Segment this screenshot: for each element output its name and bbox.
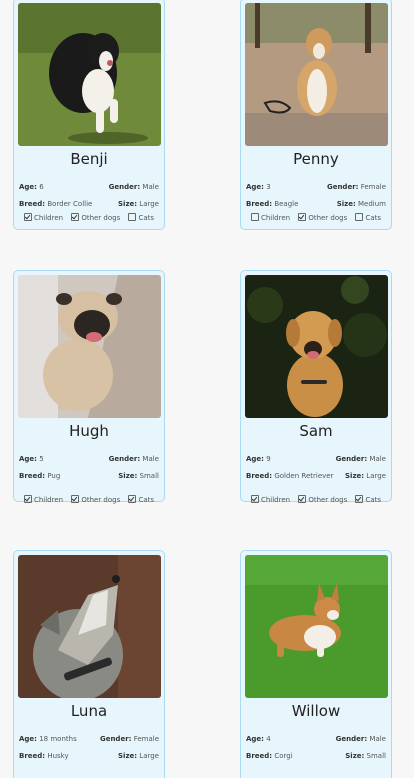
dog-name: Luna xyxy=(70,702,108,720)
compatibility-row: Children Other dogs Cats xyxy=(14,495,164,504)
children-checkbox[interactable] xyxy=(23,213,32,221)
dog-card[interactable]: Sam Age: 9 Gender: Male Breed: Golden Re… xyxy=(240,270,392,504)
info-row-age-gender: Age: 3 Gender: Female xyxy=(246,183,386,193)
children-checkbox[interactable] xyxy=(250,213,259,221)
size-field: Size: Medium xyxy=(336,200,386,208)
dog-photo xyxy=(18,3,161,146)
cats-option[interactable]: Cats xyxy=(128,495,154,504)
size-field: Size: Large xyxy=(345,472,386,480)
dog-photo xyxy=(18,555,161,698)
cats-option[interactable]: Cats xyxy=(128,213,154,222)
other-dogs-checkbox[interactable] xyxy=(71,213,80,221)
dog-name: Benji xyxy=(70,150,108,168)
info-row-age-gender: Age: 18 months Gender: Female xyxy=(19,735,159,745)
cats-checkbox[interactable] xyxy=(355,213,364,221)
other-dogs-checkbox[interactable] xyxy=(298,495,307,503)
compatibility-row: Children Other dogs Cats xyxy=(14,213,164,222)
age-field: Age: 3 xyxy=(246,183,271,191)
cats-checkbox[interactable] xyxy=(128,213,137,221)
size-field: Size: Small xyxy=(345,752,386,760)
dog-grid: Benji Age: 6 Gender: Male Breed: Border … xyxy=(0,0,414,778)
children-option[interactable]: Children xyxy=(250,213,290,222)
other-dogs-option[interactable]: Other dogs xyxy=(298,213,347,222)
children-option[interactable]: Children xyxy=(23,495,63,504)
gender-field: Gender: Female xyxy=(99,735,159,743)
dog-name: Penny xyxy=(293,150,339,168)
breed-field: Breed: Pug xyxy=(19,472,61,480)
gender-field: Gender: Male xyxy=(335,455,386,463)
compatibility-row: Children Other dogs Cats xyxy=(241,213,391,222)
size-field: Size: Small xyxy=(118,472,159,480)
children-option[interactable]: Children xyxy=(23,213,63,222)
dog-photo xyxy=(245,3,388,146)
age-field: Age: 6 xyxy=(19,183,44,191)
dog-photo xyxy=(18,275,161,418)
dog-photo xyxy=(245,275,388,418)
info-row-breed-size: Breed: Pug Size: Small xyxy=(19,472,159,482)
dog-card[interactable]: Benji Age: 6 Gender: Male Breed: Border … xyxy=(13,0,165,230)
gender-field: Gender: Female xyxy=(326,183,386,191)
info-row-age-gender: Age: 5 Gender: Male xyxy=(19,455,159,465)
dog-name: Willow xyxy=(291,702,341,720)
cats-option[interactable]: Cats xyxy=(355,213,381,222)
cats-checkbox[interactable] xyxy=(128,495,137,503)
breed-field: Breed: Husky xyxy=(19,752,69,760)
dog-card[interactable]: Willow Age: 4 Gender: Male Breed: Corgi … xyxy=(240,550,392,778)
info-row-breed-size: Breed: Corgi Size: Small xyxy=(246,752,386,762)
info-row-breed-size: Breed: Beagle Size: Medium xyxy=(246,200,386,210)
size-field: Size: Large xyxy=(118,752,159,760)
other-dogs-option[interactable]: Other dogs xyxy=(71,213,120,222)
gender-field: Gender: Male xyxy=(108,183,159,191)
dog-card[interactable]: Hugh Age: 5 Gender: Male Breed: Pug Size… xyxy=(13,270,165,504)
age-field: Age: 18 months xyxy=(19,735,77,743)
info-row-age-gender: Age: 6 Gender: Male xyxy=(19,183,159,193)
gender-field: Gender: Male xyxy=(335,735,386,743)
cats-checkbox[interactable] xyxy=(355,495,364,503)
other-dogs-checkbox[interactable] xyxy=(298,213,307,221)
breed-field: Breed: Corgi xyxy=(246,752,293,760)
other-dogs-checkbox[interactable] xyxy=(71,495,80,503)
info-row-age-gender: Age: 9 Gender: Male xyxy=(246,455,386,465)
info-row-breed-size: Breed: Husky Size: Large xyxy=(19,752,159,762)
gender-field: Gender: Male xyxy=(108,455,159,463)
dog-name: Sam xyxy=(299,422,333,440)
breed-field: Breed: Border Collie xyxy=(19,200,93,208)
other-dogs-option[interactable]: Other dogs xyxy=(71,495,120,504)
info-row-breed-size: Breed: Golden Retriever Size: Large xyxy=(246,472,386,482)
info-row-breed-size: Breed: Border Collie Size: Large xyxy=(19,200,159,210)
children-checkbox[interactable] xyxy=(250,495,259,503)
info-row-age-gender: Age: 4 Gender: Male xyxy=(246,735,386,745)
dog-name: Hugh xyxy=(69,422,109,440)
age-field: Age: 9 xyxy=(246,455,271,463)
compatibility-row: Children Other dogs Cats xyxy=(241,495,391,504)
dog-photo xyxy=(245,555,388,698)
breed-field: Breed: Golden Retriever xyxy=(246,472,334,480)
breed-field: Breed: Beagle xyxy=(246,200,299,208)
children-option[interactable]: Children xyxy=(250,495,290,504)
other-dogs-option[interactable]: Other dogs xyxy=(298,495,347,504)
size-field: Size: Large xyxy=(118,200,159,208)
dog-card[interactable]: Penny Age: 3 Gender: Female Breed: Beagl… xyxy=(240,0,392,230)
dog-card[interactable]: Luna Age: 18 months Gender: Female Breed… xyxy=(13,550,165,778)
age-field: Age: 4 xyxy=(246,735,271,743)
age-field: Age: 5 xyxy=(19,455,44,463)
children-checkbox[interactable] xyxy=(23,495,32,503)
cats-option[interactable]: Cats xyxy=(355,495,381,504)
